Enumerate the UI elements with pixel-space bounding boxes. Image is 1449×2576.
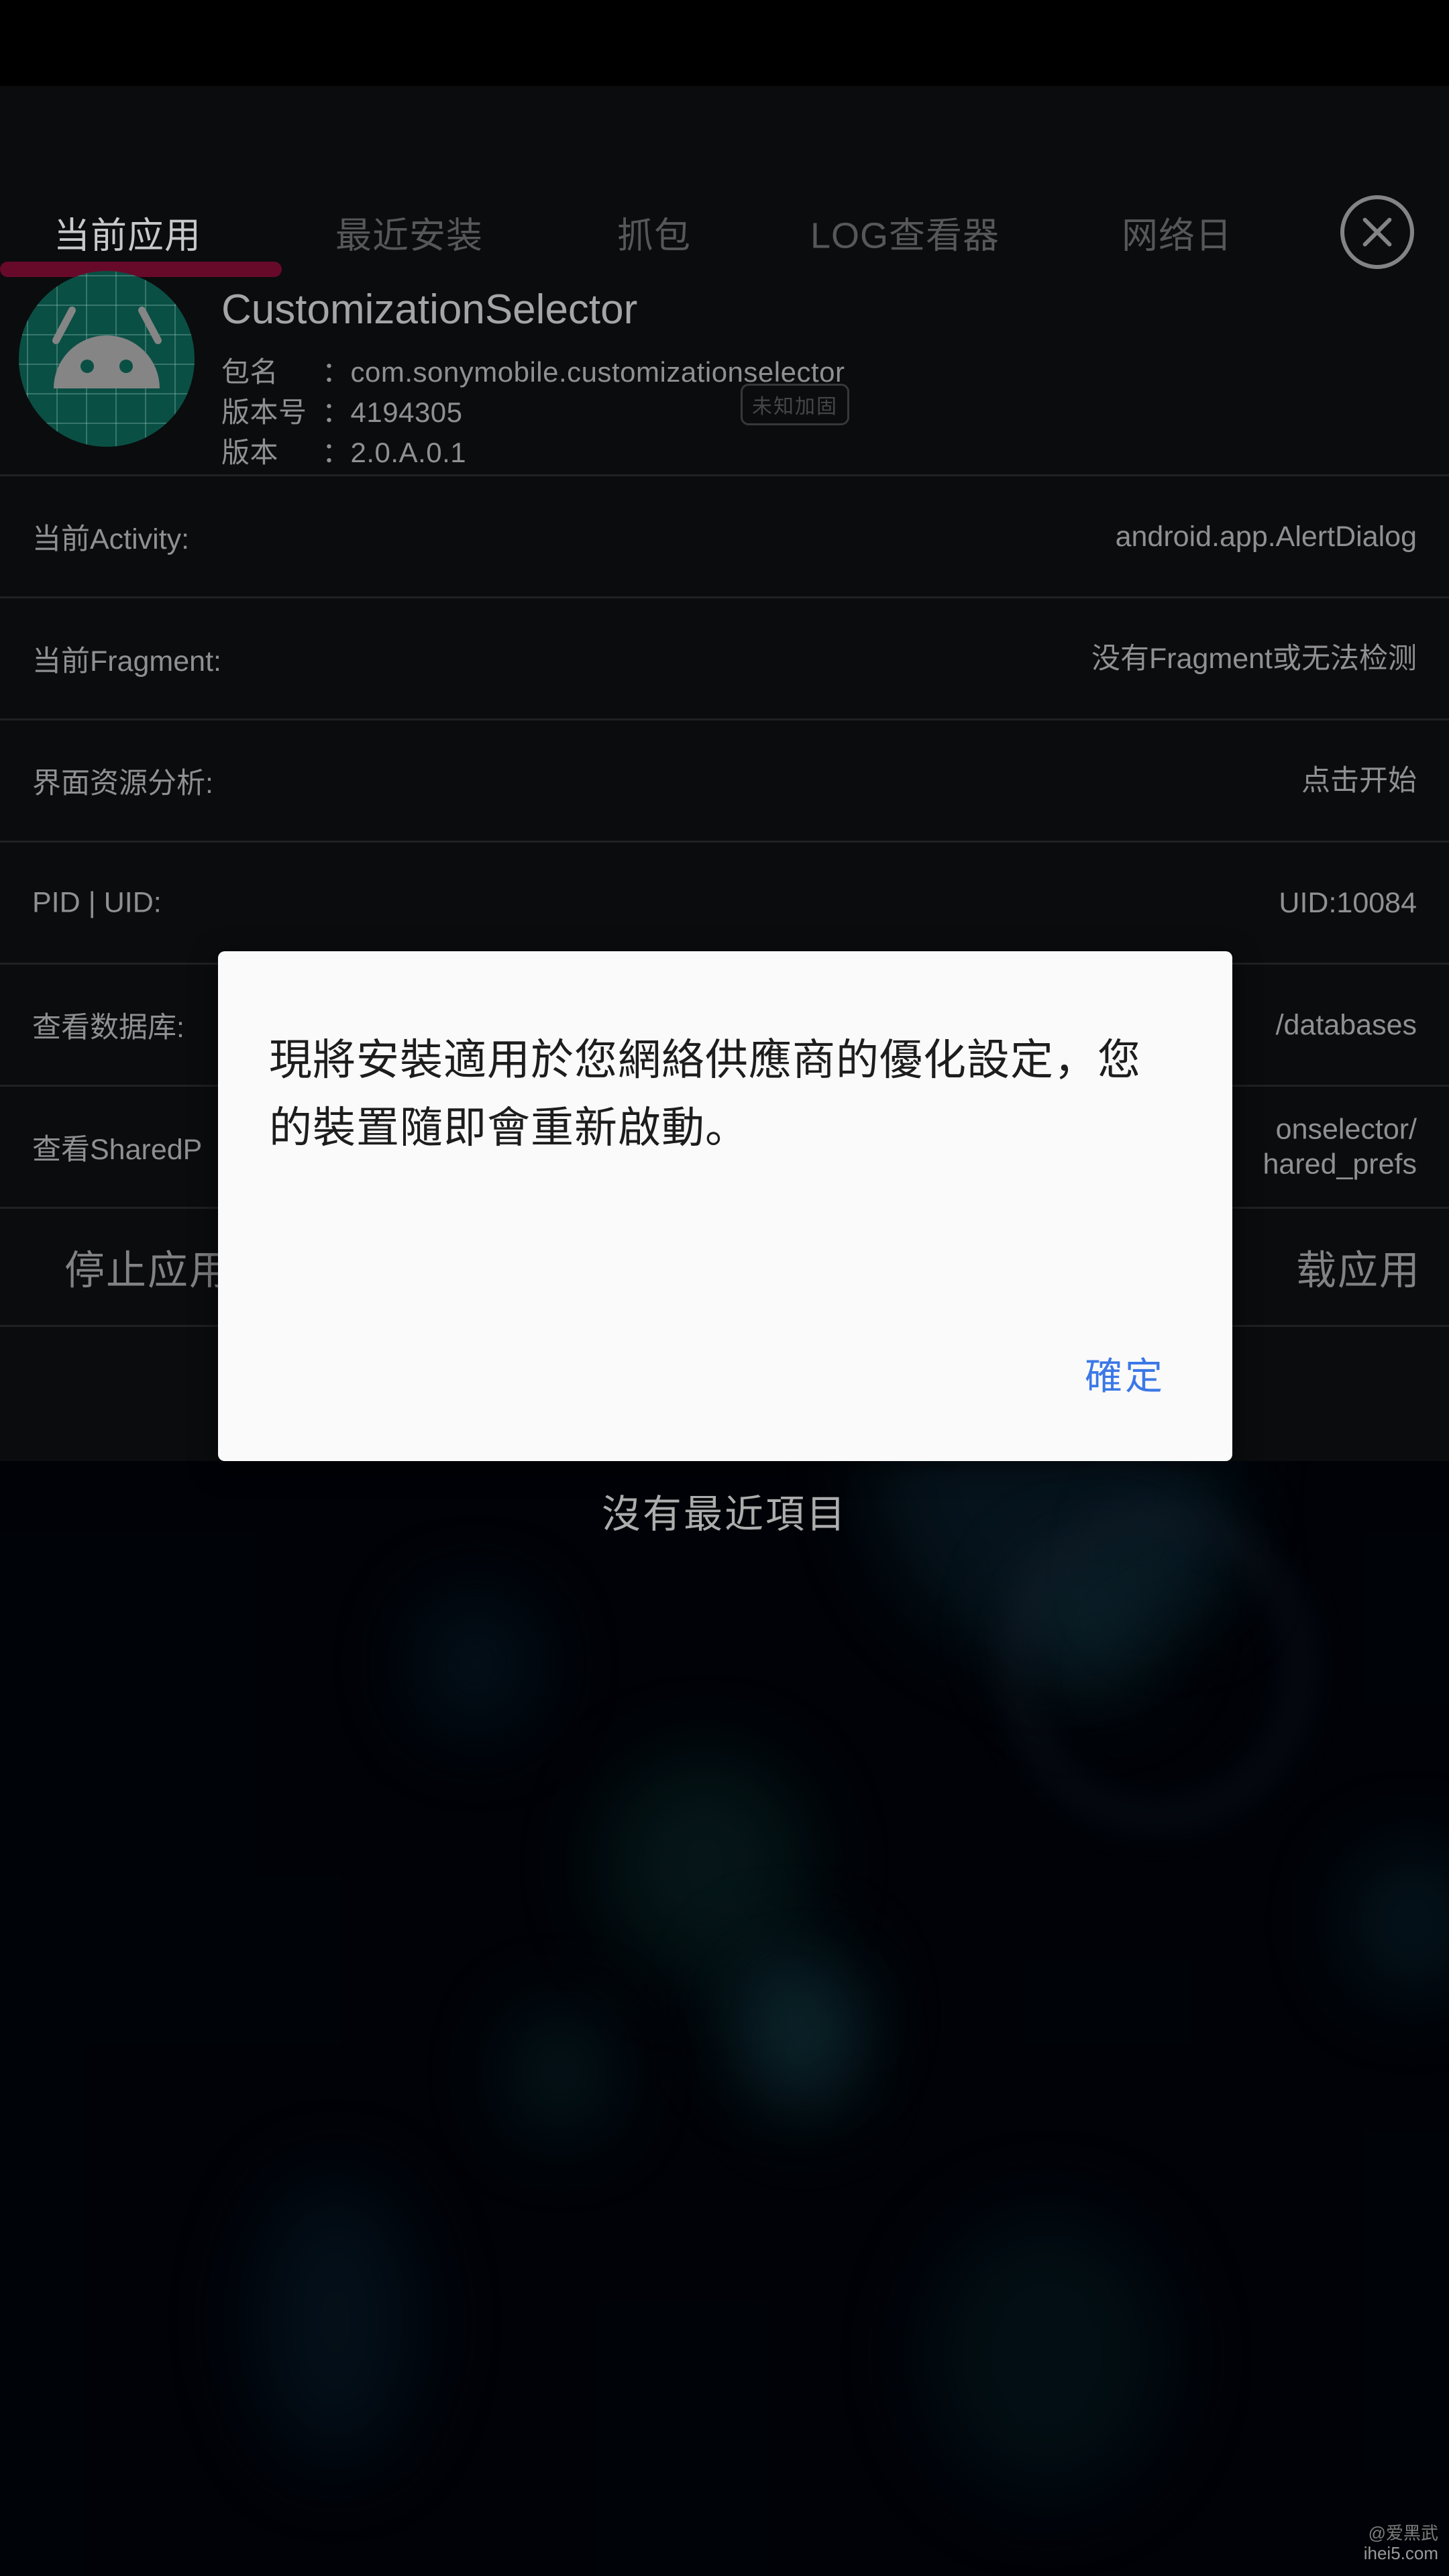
watermark-handle: @爱黑武 [1368,2522,1438,2543]
watermark-site: ihei5.com [1363,2543,1438,2564]
dialog-ok-button[interactable]: 確定 [1085,1346,1165,1401]
dialog-message: 現將安裝適用於您網絡供應商的優化設定，您的裝置隨即會重新啟動。 [269,1036,1141,1152]
watermark: @爱黑武 ihei5.com [1364,2523,1438,2564]
alert-dialog: 現將安裝適用於您網絡供應商的優化設定，您的裝置隨即會重新啟動。 確定 [218,951,1232,1461]
